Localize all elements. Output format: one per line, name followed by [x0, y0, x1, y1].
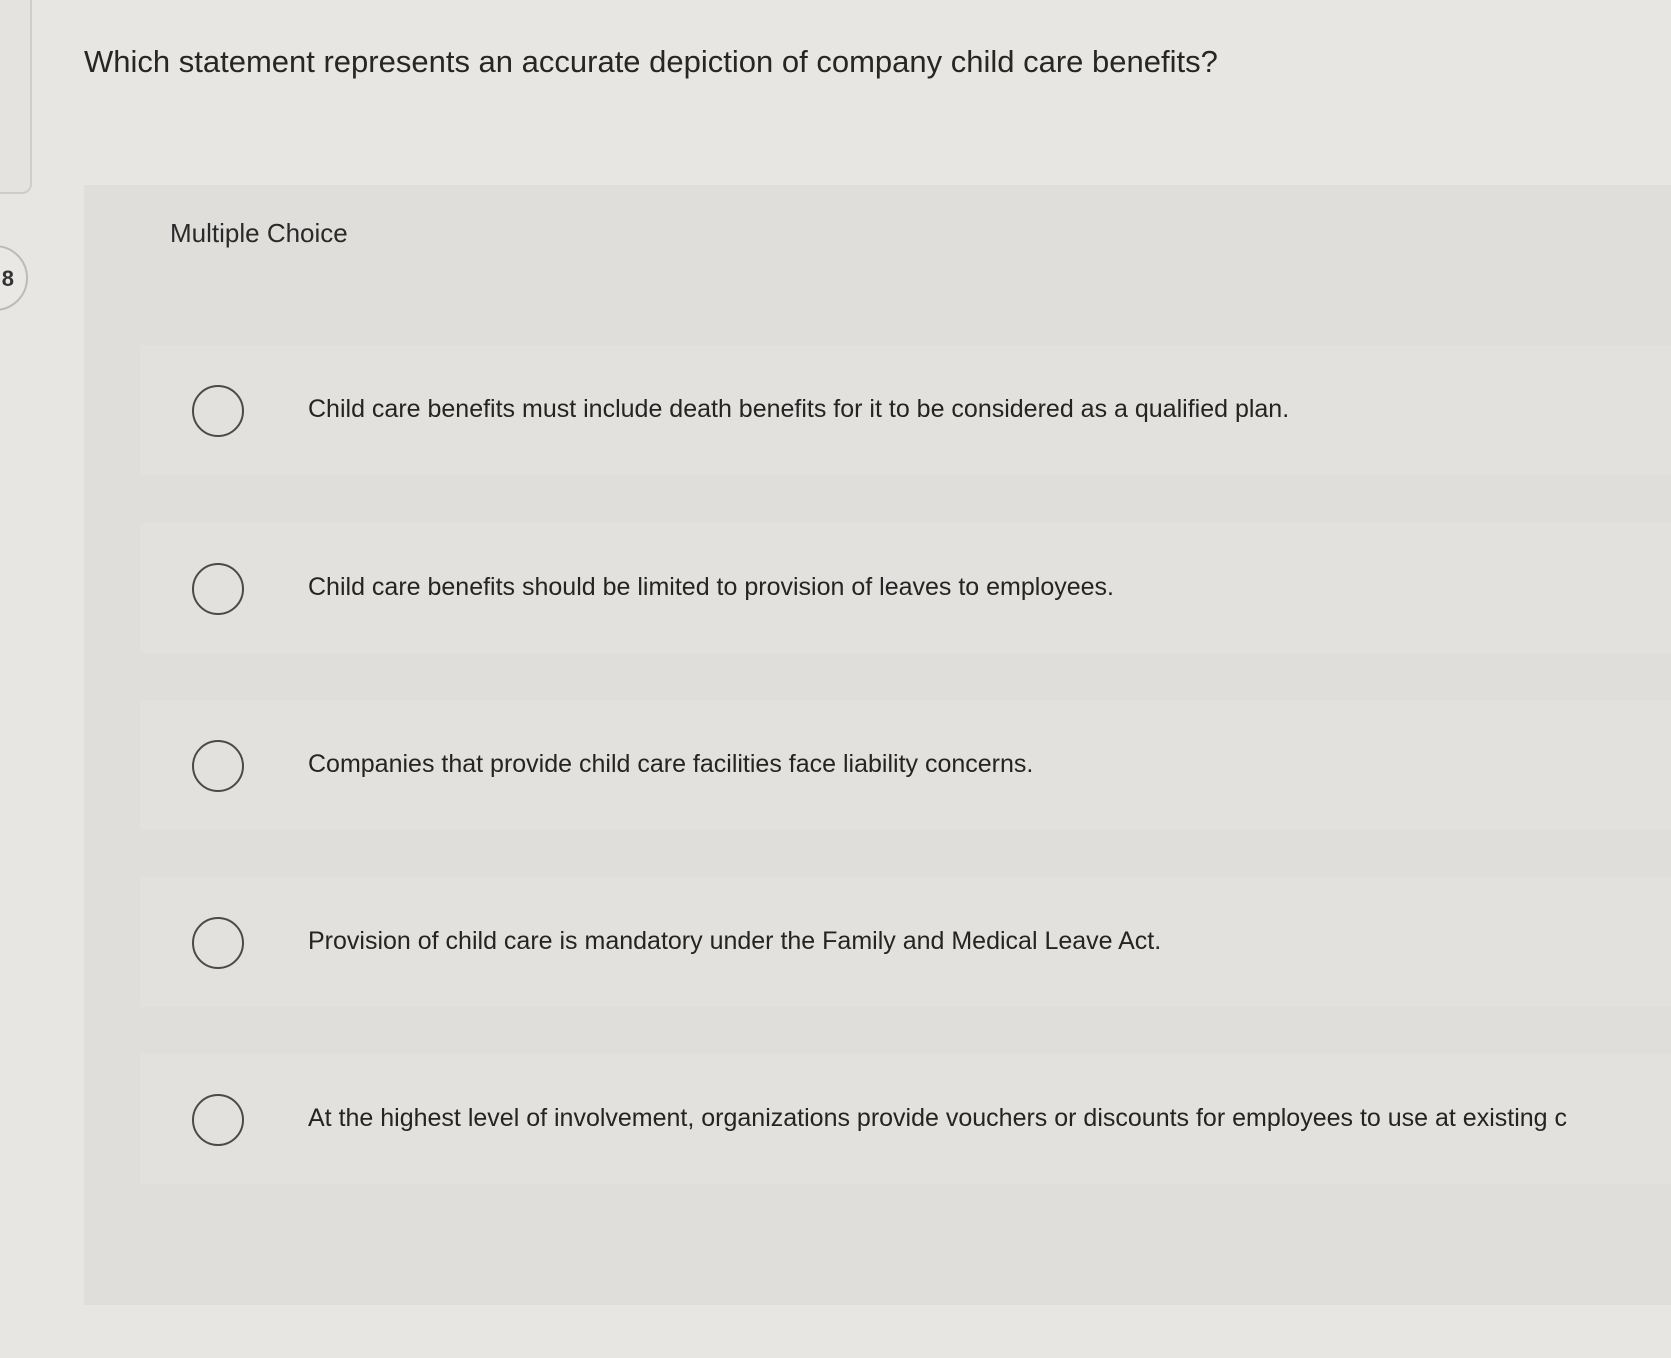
- question-text: Which statement represents an accurate d…: [84, 44, 1218, 79]
- answer-option-4[interactable]: Provision of child care is mandatory und…: [140, 877, 1671, 1007]
- question-number: 8: [1, 266, 14, 291]
- radio-button[interactable]: [192, 1094, 244, 1146]
- answer-option-label: At the highest level of involvement, org…: [308, 1104, 1568, 1132]
- answer-option-label: Provision of child care is mandatory und…: [308, 927, 1162, 955]
- left-rail: [0, 0, 32, 194]
- radio-button[interactable]: [192, 385, 244, 437]
- answer-option-3[interactable]: Companies that provide child care facili…: [140, 700, 1671, 830]
- radio-button[interactable]: [192, 563, 244, 615]
- choice-type-label: Multiple Choice: [170, 218, 348, 248]
- answer-option-label: Child care benefits should be limited to…: [308, 573, 1114, 601]
- answer-option-label: Child care benefits must include death b…: [308, 395, 1290, 423]
- radio-button[interactable]: [192, 740, 244, 792]
- question-number-badge: 8: [0, 245, 28, 311]
- answer-option-5[interactable]: At the highest level of involvement, org…: [140, 1054, 1671, 1184]
- answer-option-1[interactable]: Child care benefits must include death b…: [140, 345, 1671, 475]
- answer-option-label: Companies that provide child care facili…: [308, 750, 1034, 778]
- answer-option-2[interactable]: Child care benefits should be limited to…: [140, 523, 1671, 653]
- radio-button[interactable]: [192, 917, 244, 969]
